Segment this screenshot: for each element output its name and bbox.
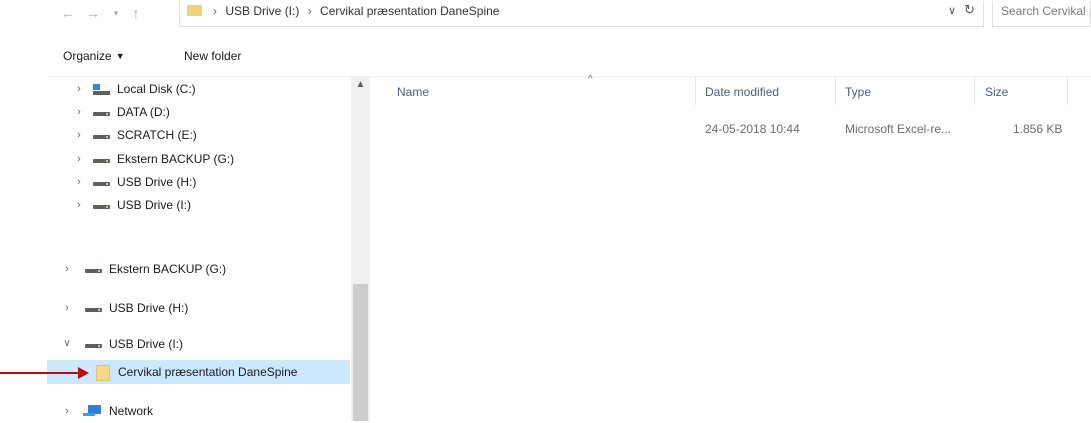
chevron-right-icon[interactable]: › (73, 123, 85, 147)
cell-type: Microsoft Excel-re... (845, 122, 952, 136)
local-disk-icon (93, 84, 110, 95)
chevron-right-icon[interactable]: › (73, 100, 85, 124)
chevron-right-icon[interactable]: › (61, 399, 73, 423)
chevron-right-icon[interactable]: › (73, 77, 85, 101)
search-placeholder: Search Cervikal præsentation DaneSpine (1001, 4, 1090, 18)
address-row: ← → ▾ ↑ › USB Drive (I:) › Cervikal præs… (47, 0, 1091, 36)
drive-icon (85, 344, 102, 348)
search-input[interactable]: Search Cervikal præsentation DaneSpine (992, 1, 1091, 27)
tree-item-label: DATA (D:) (117, 105, 170, 119)
column-header-name[interactable]: Name (397, 85, 429, 99)
up-arrow-icon[interactable]: ↑ (127, 4, 145, 22)
tree-item-usb-drive-h[interactable]: › USB Drive (H:) (47, 170, 367, 194)
drive-icon (85, 308, 102, 312)
new-folder-button[interactable]: New folder (184, 49, 241, 63)
organize-label: Organize (63, 49, 112, 63)
chevron-right-icon[interactable]: › (61, 296, 73, 320)
sort-ascending-icon: ^ (588, 74, 593, 85)
drive-icon (93, 182, 110, 186)
tree-item-data-d[interactable]: › DATA (D:) (47, 100, 367, 124)
tree-item-label: Ekstern BACKUP (G:) (109, 262, 227, 276)
tree-item-scratch-e[interactable]: › SCRATCH (E:) (47, 123, 367, 147)
chevron-right-icon[interactable]: › (73, 193, 85, 217)
chevron-right-icon[interactable]: › (61, 257, 73, 281)
column-divider[interactable] (1067, 77, 1068, 105)
annotation-arrow-icon (78, 367, 89, 379)
network-icon (83, 405, 101, 417)
scroll-up-icon[interactable]: ▲ (351, 79, 370, 90)
file-list: ^ Name Date modified Type Size 24-05-201… (372, 74, 1091, 421)
tree-item-label: USB Drive (H:) (117, 175, 197, 189)
organize-button[interactable]: Organize ▼ (63, 49, 125, 63)
chevron-down-icon[interactable]: ∨ (61, 332, 73, 356)
drive-icon (93, 112, 110, 116)
tree-item-label: Local Disk (C:) (117, 82, 196, 96)
column-header-date-modified[interactable]: Date modified (705, 85, 779, 99)
breadcrumb-usb-drive[interactable]: USB Drive (I:) (225, 4, 299, 18)
tree-item-label: USB Drive (I:) (109, 337, 184, 351)
folder-icon (96, 365, 110, 381)
drive-icon (85, 269, 102, 273)
address-dropdown-icon[interactable]: ∨ (948, 4, 956, 17)
tree-item-ekstern-backup-g[interactable]: › Ekstern BACKUP (G:) (47, 147, 367, 171)
tree-item-label: Network (109, 404, 154, 418)
breadcrumb-current-folder[interactable]: Cervikal præsentation DaneSpine (320, 4, 499, 18)
annotation-arrow-shaft (0, 372, 80, 374)
tree-item-usb-drive-h[interactable]: › USB Drive (H:) (47, 296, 367, 320)
cell-date-modified: 24-05-2018 10:44 (705, 122, 800, 136)
drive-icon (93, 159, 110, 163)
tree-item-usb-drive-i-expanded[interactable]: ∨ USB Drive (I:) (47, 332, 367, 356)
tree-item-label: SCRATCH (E:) (117, 128, 197, 142)
forward-arrow-icon[interactable]: → (84, 4, 102, 22)
back-arrow-icon[interactable]: ← (59, 4, 77, 22)
tree-item-cervikal-folder[interactable]: Cervikal præsentation DaneSpine (47, 360, 350, 384)
column-divider[interactable] (974, 77, 975, 105)
tree-item-label: USB Drive (I:) (117, 198, 192, 212)
tree-item-usb-drive-i[interactable]: › USB Drive (I:) (47, 193, 367, 217)
chevron-right-icon[interactable]: › (73, 170, 85, 194)
navigation-pane: › Local Disk (C:) › DATA (D:) › SCRATCH … (47, 77, 370, 421)
column-divider[interactable] (835, 77, 836, 105)
address-bar[interactable]: › USB Drive (I:) › Cervikal præsentation… (179, 1, 984, 27)
chevron-down-icon: ▼ (115, 51, 125, 61)
drive-icon (93, 205, 110, 209)
nav-scrollbar[interactable]: ▲ (351, 77, 370, 421)
command-bar: Organize ▼ New folder (47, 36, 1091, 77)
cell-size: 1.856 KB (1013, 122, 1063, 136)
column-divider[interactable] (695, 77, 696, 105)
breadcrumb-separator-icon: › (213, 4, 217, 18)
breadcrumb-separator-icon: › (307, 4, 312, 18)
tree-item-label: USB Drive (H:) (109, 301, 189, 315)
tree-item-local-disk-c[interactable]: › Local Disk (C:) (47, 77, 367, 101)
tree-item-ekstern-backup-g[interactable]: › Ekstern BACKUP (G:) (47, 257, 367, 281)
column-header-size[interactable]: Size (985, 85, 1008, 99)
tree-item-label: Cervikal præsentation DaneSpine (118, 365, 298, 379)
tree-item-network[interactable]: › Network (47, 399, 367, 423)
recent-locations-chevron-icon[interactable]: ▾ (107, 4, 125, 22)
chevron-right-icon[interactable]: › (73, 147, 85, 171)
drive-icon (93, 135, 110, 139)
refresh-icon[interactable]: ↻ (964, 2, 975, 18)
column-header-type[interactable]: Type (845, 85, 871, 99)
file-explorer-window: ← → ▾ ↑ › USB Drive (I:) › Cervikal præs… (47, 0, 1091, 421)
tree-item-label: Ekstern BACKUP (G:) (117, 152, 235, 166)
breadcrumb: › USB Drive (I:) › Cervikal præsentation… (208, 4, 499, 18)
folder-icon (187, 5, 202, 16)
scrollbar-thumb[interactable] (353, 284, 368, 421)
